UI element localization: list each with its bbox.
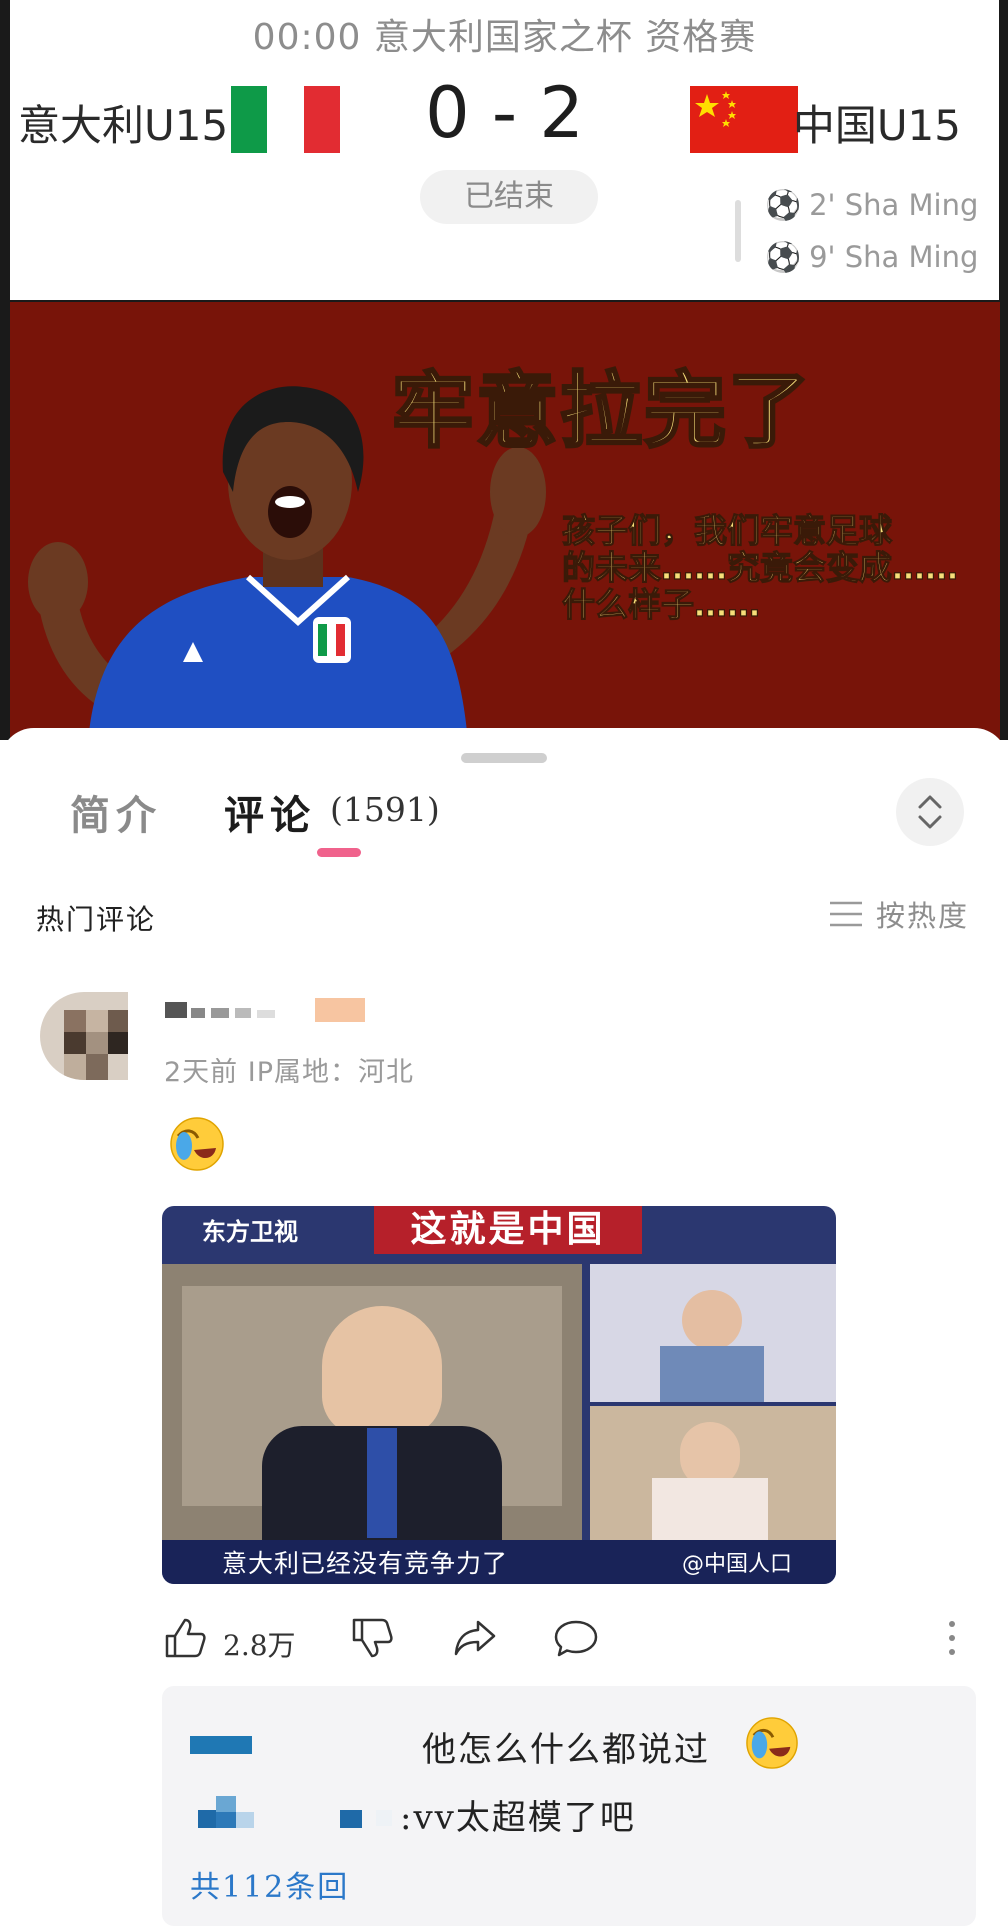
tv-logo: 东方卫视 <box>202 1218 298 1246</box>
reply-text: :vv太超模了吧 <box>400 1798 636 1838</box>
user-badge <box>315 998 365 1022</box>
tv-subtitle-bar: 意大利已经没有竞争力了 @中国人口 <box>162 1540 836 1584</box>
more-options-icon[interactable] <box>944 1616 960 1660</box>
match-status-badge: 已结束 <box>420 170 598 224</box>
active-tab-indicator <box>317 848 361 857</box>
goal-event: ⚽ 2' Sha Ming <box>765 188 978 223</box>
sheet-drag-handle[interactable] <box>461 753 547 763</box>
laugh-cry-emoji-icon <box>170 1117 224 1171</box>
tv-watermark: @中国人口 <box>682 1552 793 1577</box>
chevron-up-down-icon <box>918 795 942 829</box>
comment-actions: 2.8万 <box>0 1606 1008 1676</box>
meme-caption-line: 孩子们，我们牢意足球 <box>561 511 892 550</box>
username-redacted[interactable] <box>165 998 280 1020</box>
sort-label: 按热度 <box>876 899 970 933</box>
match-scorecard: 00:00 意大利国家之杯 资格赛 意大利U15 0 - 2 中国U15 已结束… <box>10 0 999 300</box>
tv-subtitle: 意大利已经没有竞争力了 <box>222 1549 509 1578</box>
reply-username-redacted[interactable] <box>190 1736 252 1754</box>
avatar[interactable] <box>40 992 128 1080</box>
tv-banner: 这就是中国 <box>374 1206 642 1254</box>
share-icon[interactable] <box>452 1616 498 1660</box>
laugh-cry-emoji-icon <box>746 1717 798 1769</box>
view-all-replies-link[interactable]: 共112条回 <box>190 1862 349 1906</box>
thumbs-down-icon[interactable] <box>350 1616 394 1660</box>
thumbs-up-icon[interactable] <box>163 1616 207 1660</box>
sort-list-icon <box>830 901 862 927</box>
soccer-ball-icon: ⚽ <box>765 188 802 222</box>
tab-comments[interactable]: 评论 <box>224 783 316 841</box>
meme-caption-line: 什么样子…… <box>561 585 760 624</box>
away-team-name: 中国U15 <box>792 101 961 150</box>
meme-image: 牢意拉完了 孩子们，我们牢意足球 的未来……究竟会变成…… 什么样子…… <box>10 302 1000 740</box>
match-title: 00:00 意大利国家之杯 资格赛 <box>252 17 757 58</box>
goal-timeline-bar <box>735 200 741 262</box>
china-flag-icon <box>690 86 798 153</box>
reply-comment-icon[interactable] <box>553 1616 599 1660</box>
tab-intro[interactable]: 简介 <box>70 783 162 841</box>
meme-headline: 牢意拉完了 <box>390 363 813 461</box>
comment-count: (1591) <box>330 790 440 829</box>
reply-username-redacted[interactable] <box>190 1792 420 1828</box>
hot-comments-label: 热门评论 <box>36 903 157 936</box>
soccer-ball-icon: ⚽ <box>765 240 802 274</box>
meme-caption: 孩子们，我们牢意足球 的未来……究竟会变成…… 什么样子…… <box>561 511 1000 624</box>
video-cover[interactable]: 00:00 意大利国家之杯 资格赛 意大利U15 0 - 2 中国U15 已结束… <box>0 0 1008 740</box>
expand-collapse-button[interactable] <box>896 778 964 846</box>
sort-button[interactable]: 按热度 <box>828 894 969 934</box>
goal-event-text: 9' Sha Ming <box>809 240 979 274</box>
comments-sheet: 简介 评论 (1591) 热门评论 按热度 2天前 IP属地：河北 东方卫视 这… <box>0 728 1008 1926</box>
meme-caption-line: 的未来……究竟会变成…… <box>561 548 958 587</box>
reply-text: 他怎么什么都说过 <box>422 1730 710 1770</box>
goal-event-text: 2' Sha Ming <box>809 188 979 222</box>
comment-image[interactable]: 东方卫视 这就是中国 意大利已经没有竞争力了 @中国人口 <box>162 1206 836 1584</box>
comment-meta: 2天前 IP属地：河北 <box>164 1057 415 1088</box>
goal-event: ⚽ 9' Sha Ming <box>765 240 978 275</box>
like-count: 2.8万 <box>223 1629 296 1662</box>
replies-box: 他怎么什么都说过 :vv太超模了吧 共112条回 <box>162 1686 976 1926</box>
